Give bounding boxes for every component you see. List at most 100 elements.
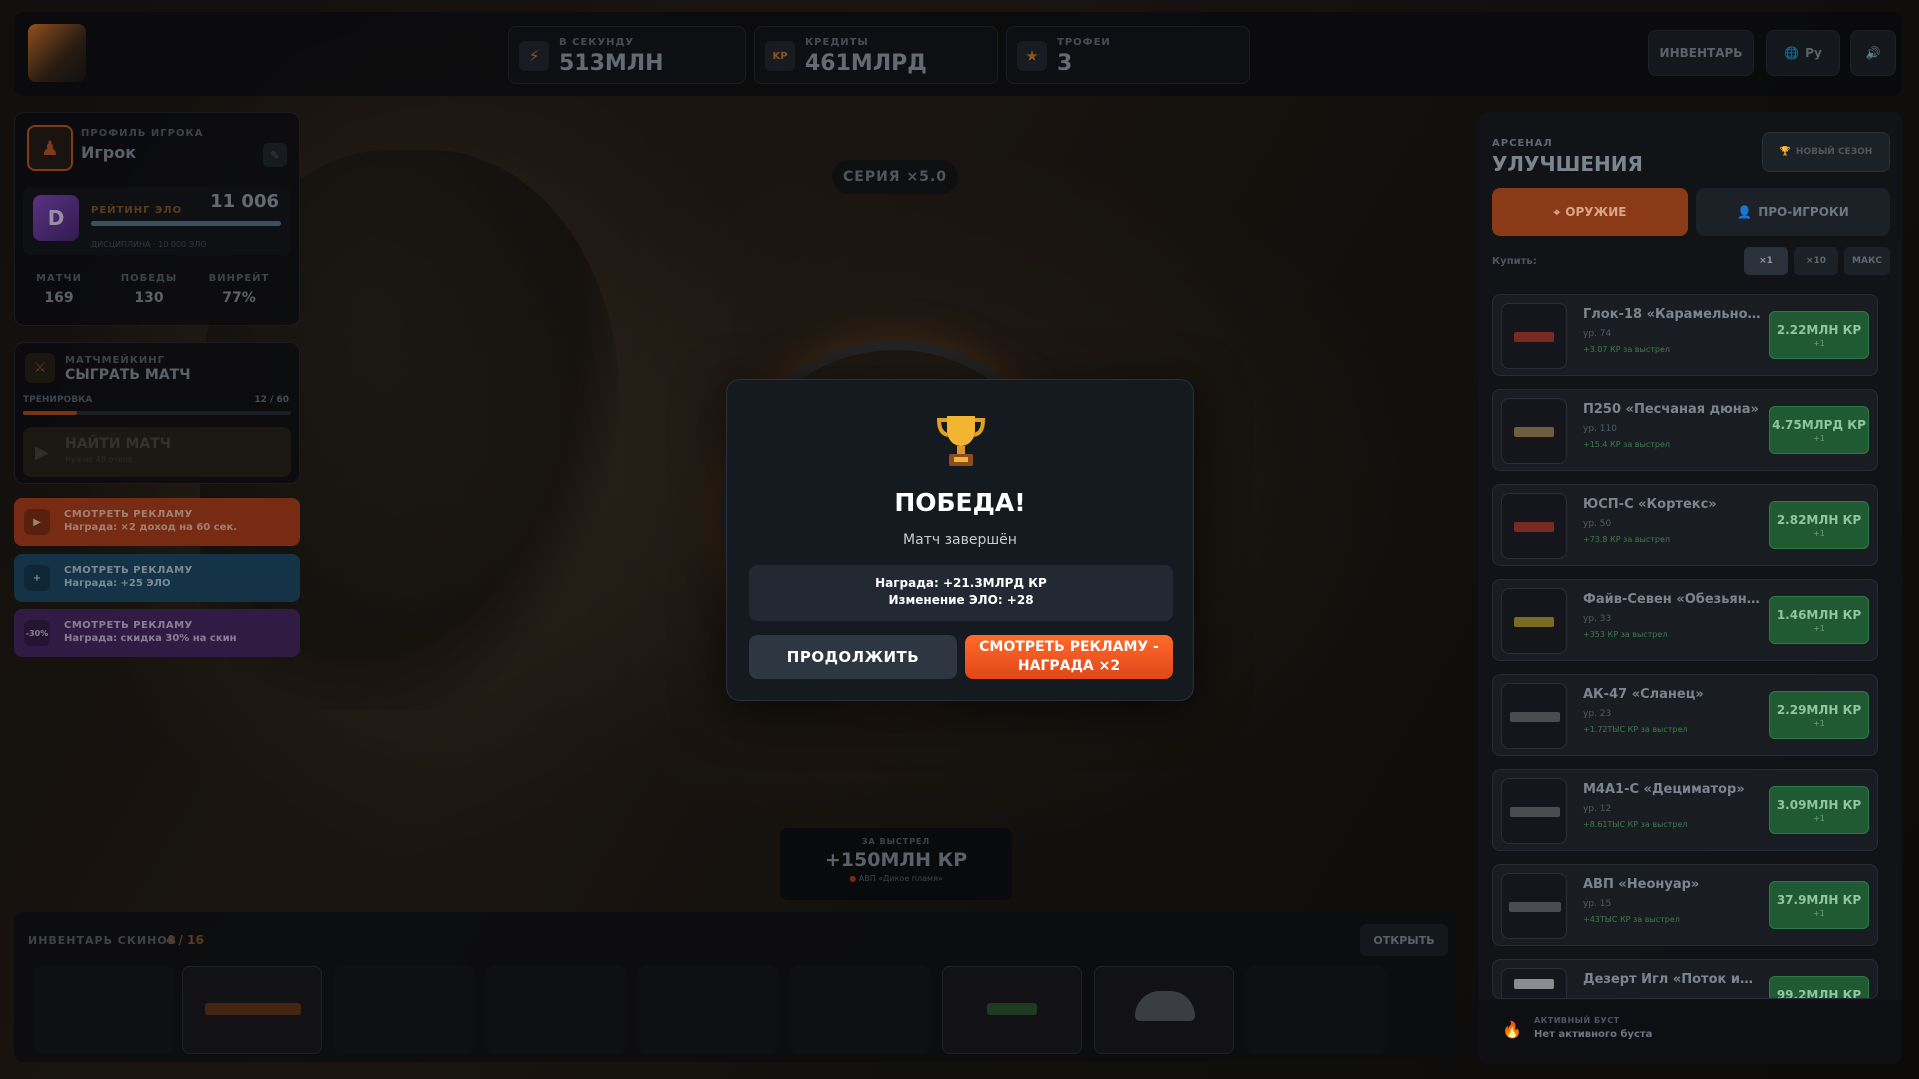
upgrade-name: АВП «Неонуар» (1583, 877, 1700, 892)
upgrade-price: 2.82МЛН КР (1776, 513, 1862, 527)
modal-title: ПОБЕДА! (894, 488, 1026, 517)
crosshair-icon: ⌖ (1553, 204, 1561, 219)
upgrade-item: АК-47 «Сланец» ур. 23 +1.72ТЫС КР за выс… (1492, 674, 1878, 756)
modal-subtitle: Матч завершён (903, 532, 1017, 548)
weapon-thumb (1501, 683, 1567, 749)
upgrade-list[interactable]: Глок-18 «Карамельное ... ур. 74 +3.07 КР… (1478, 292, 1902, 1079)
upgrade-level: ур. 50 (1583, 519, 1612, 529)
multiplier-x10[interactable]: ×10 (1794, 247, 1838, 275)
elo-change-text: Изменение ЭЛО: +28 (888, 593, 1034, 607)
upgrade-level: ур. 74 (1583, 329, 1612, 339)
victory-modal: ПОБЕДА! Матч завершён Награда: +21.3МЛРД… (726, 379, 1194, 701)
upgrade-qty: +1 (1813, 624, 1825, 633)
upgrade-gain: +1.72ТЫС КР за выстрел (1583, 725, 1688, 734)
upgrade-qty: +1 (1813, 814, 1825, 823)
upgrade-level: ур. 110 (1583, 424, 1617, 434)
pistol-icon (1514, 332, 1554, 342)
buy-upgrade-button[interactable]: 99.2МЛН КР (1769, 976, 1869, 999)
boost-label: АКТИВНЫЙ БУСТ (1534, 1016, 1620, 1025)
buy-upgrade-button[interactable]: 4.75МЛРД КР +1 (1769, 406, 1869, 454)
upgrade-price: 1.46МЛН КР (1776, 608, 1862, 622)
tab-weapons-label: ОРУЖИЕ (1565, 205, 1627, 219)
upgrade-gain: +353 КР за выстрел (1583, 630, 1668, 639)
upgrade-item: ЮСП-С «Кортекс» ур. 50 +73.8 КР за выстр… (1492, 484, 1878, 566)
multiplier-max[interactable]: МАКС (1844, 247, 1890, 275)
weapon-thumb (1501, 588, 1567, 654)
weapon-thumb (1501, 303, 1567, 369)
upgrade-name: М4А1-С «Дециматор» (1583, 782, 1745, 797)
upgrade-name: АК-47 «Сланец» (1583, 687, 1704, 702)
tab-pro-players-label: ПРО-ИГРОКИ (1758, 205, 1849, 219)
reward-box: Награда: +21.3МЛРД КР Изменение ЭЛО: +28 (749, 565, 1173, 621)
upgrade-name: Глок-18 «Карамельное ... (1583, 307, 1761, 322)
upgrade-price: 2.22МЛН КР (1776, 323, 1862, 337)
upgrade-price: 2.29МЛН КР (1776, 703, 1862, 717)
boost-value: Нет активного буста (1534, 1029, 1653, 1040)
buy-label: Купить: (1492, 256, 1537, 267)
upgrade-name: П250 «Песчаная дюна» (1583, 402, 1759, 417)
upgrade-item: Дезерт Игл «Поток инф... 99.2МЛН КР (1492, 959, 1878, 999)
upgrade-item: Файв-Севен «Обезьянь... ур. 33 +353 КР з… (1492, 579, 1878, 661)
weapon-thumb (1501, 968, 1567, 998)
buy-upgrade-button[interactable]: 2.22МЛН КР +1 (1769, 311, 1869, 359)
upgrade-gain: +15.4 КР за выстрел (1583, 440, 1671, 449)
trophy-icon: 🏆 (1779, 147, 1791, 157)
upgrade-qty: +1 (1813, 529, 1825, 538)
weapon-thumb (1501, 873, 1567, 939)
upgrade-level: ур. 15 (1583, 899, 1612, 909)
tab-weapons[interactable]: ⌖ ОРУЖИЕ (1492, 188, 1688, 236)
upgrade-qty: +1 (1813, 909, 1825, 918)
flame-icon: 🔥 (1502, 1020, 1522, 1039)
person-icon: 👤 (1737, 205, 1753, 219)
upgrade-name: ЮСП-С «Кортекс» (1583, 497, 1717, 512)
buy-upgrade-button[interactable]: 2.82МЛН КР +1 (1769, 501, 1869, 549)
watch-ad-line1: СМОТРЕТЬ РЕКЛАМУ - (979, 639, 1159, 655)
arsenal-panel: АРСЕНАЛ УЛУЧШЕНИЯ 🏆 НОВЫЙ СЕЗОН ⌖ ОРУЖИЕ 👤… (1478, 112, 1902, 1064)
upgrade-level: ур. 23 (1583, 709, 1612, 719)
weapon-thumb (1501, 398, 1567, 464)
watch-ad-double-button[interactable]: СМОТРЕТЬ РЕКЛАМУ - НАГРАДА ×2 (965, 635, 1173, 679)
sniper-icon (1509, 902, 1561, 912)
reward-text: Награда: +21.3МЛРД КР (875, 576, 1047, 590)
trophy-icon (936, 416, 986, 466)
continue-button[interactable]: ПРОДОЛЖИТЬ (749, 635, 957, 679)
weapon-thumb (1501, 493, 1567, 559)
buy-upgrade-button[interactable]: 37.9МЛН КР +1 (1769, 881, 1869, 929)
upgrade-qty: +1 (1813, 434, 1825, 443)
upgrade-name: Дезерт Игл «Поток инф... (1583, 972, 1761, 987)
upgrades-title: УЛУЧШЕНИЯ (1492, 152, 1643, 176)
watch-ad-line2: НАГРАДА ×2 (1017, 658, 1121, 674)
upgrade-price: 37.9МЛН КР (1776, 893, 1862, 907)
new-season-label: НОВЫЙ СЕЗОН (1795, 147, 1873, 157)
upgrade-price: 3.09МЛН КР (1776, 798, 1862, 812)
pistol-icon (1514, 427, 1554, 437)
rifle-icon (1510, 807, 1560, 817)
upgrade-price: 99.2МЛН КР (1776, 988, 1862, 999)
new-season-button[interactable]: 🏆 НОВЫЙ СЕЗОН (1762, 132, 1890, 172)
buy-upgrade-button[interactable]: 2.29МЛН КР +1 (1769, 691, 1869, 739)
upgrade-item: Глок-18 «Карамельное ... ур. 74 +3.07 КР… (1492, 294, 1878, 376)
pistol-icon (1514, 979, 1554, 989)
upgrade-gain: +73.8 КР за выстрел (1583, 535, 1671, 544)
upgrade-level: ур. 33 (1583, 614, 1612, 624)
pistol-icon (1514, 522, 1554, 532)
pistol-icon (1514, 617, 1554, 627)
upgrade-level: ур. 12 (1583, 804, 1612, 814)
upgrade-price: 4.75МЛРД КР (1772, 418, 1866, 432)
upgrade-gain: +8.61ТЫС КР за выстрел (1583, 820, 1688, 829)
upgrade-qty: +1 (1813, 339, 1825, 348)
upgrade-gain: +43ТЫС КР за выстрел (1583, 915, 1680, 924)
multiplier-x1[interactable]: ×1 (1744, 247, 1788, 275)
buy-upgrade-button[interactable]: 1.46МЛН КР +1 (1769, 596, 1869, 644)
rifle-icon (1510, 712, 1560, 722)
weapon-thumb (1501, 778, 1567, 844)
upgrade-item: АВП «Неонуар» ур. 15 +43ТЫС КР за выстре… (1492, 864, 1878, 946)
upgrade-qty: +1 (1813, 719, 1825, 728)
upgrade-name: Файв-Севен «Обезьянь... (1583, 592, 1761, 607)
upgrade-item: М4А1-С «Дециматор» ур. 12 +8.61ТЫС КР за… (1492, 769, 1878, 851)
upgrade-gain: +3.07 КР за выстрел (1583, 345, 1671, 354)
active-boost-bar: 🔥 АКТИВНЫЙ БУСТ Нет активного буста (1478, 1000, 1902, 1064)
upgrade-item: П250 «Песчаная дюна» ур. 110 +15.4 КР за… (1492, 389, 1878, 471)
buy-upgrade-button[interactable]: 3.09МЛН КР +1 (1769, 786, 1869, 834)
tab-pro-players[interactable]: 👤 ПРО-ИГРОКИ (1696, 188, 1890, 236)
